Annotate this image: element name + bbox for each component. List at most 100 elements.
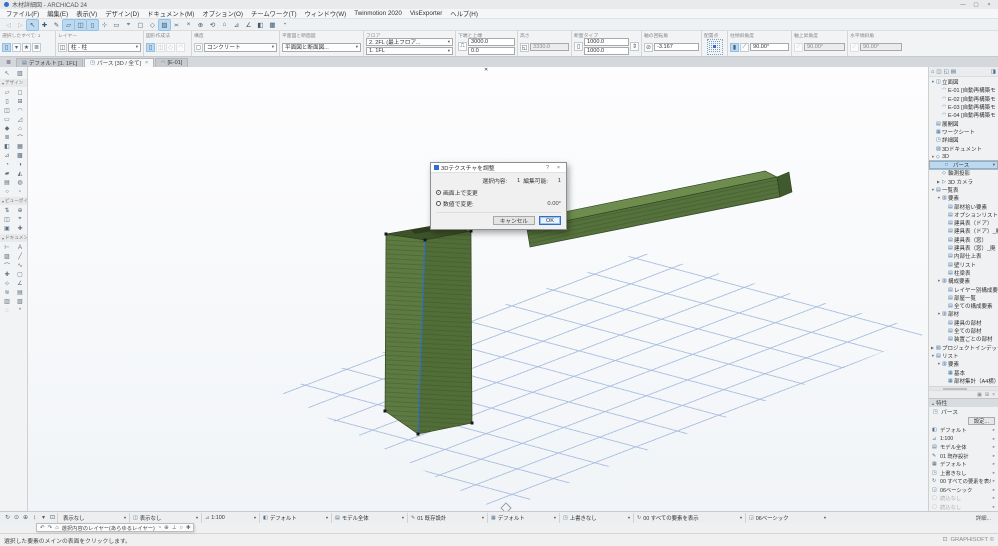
- project-map-icon[interactable]: ⌂: [931, 69, 934, 75]
- tab-floorplan[interactable]: ▤ デフォルト [1. 1FL]: [16, 58, 83, 67]
- floorplan-display-select[interactable]: 平面図と断面図...: [282, 43, 361, 52]
- figure-tool-icon[interactable]: ▢: [14, 270, 27, 279]
- toolbar-icon[interactable]: ✎: [51, 20, 62, 30]
- home-icon[interactable]: ⌂: [219, 20, 230, 30]
- tree-item[interactable]: ◠E-01 [自動再構築モ: [929, 86, 998, 94]
- design-tool-icon[interactable]: ○: [1, 187, 14, 196]
- beam-tool-icon[interactable]: ◫: [75, 20, 86, 30]
- geometry-method-icon[interactable]: ◫: [156, 43, 165, 52]
- home-icon[interactable]: ⌂: [55, 525, 58, 531]
- fit-view-icon[interactable]: ⊡: [48, 514, 57, 521]
- dimension-row[interactable]: ▢読込なし: [929, 494, 998, 503]
- chevron-down-icon[interactable]: ▾: [12, 43, 21, 52]
- design-tool-icon[interactable]: ◭: [14, 169, 27, 178]
- tree-item[interactable]: ▶▧プロジェクトインデックス: [929, 344, 998, 352]
- spline-tool-icon[interactable]: ∿: [14, 261, 27, 270]
- cancel-button[interactable]: キャンセル: [493, 216, 535, 225]
- model-view-dropdown[interactable]: ▦デフォルト: [487, 513, 559, 523]
- tree-item[interactable]: ▤部材拾い要素: [929, 202, 998, 210]
- delete-icon[interactable]: ×: [183, 20, 194, 30]
- wall-tool-icon[interactable]: ▱: [1, 88, 14, 97]
- zone-tool-icon[interactable]: ▦: [14, 142, 27, 151]
- tree-item[interactable]: ▤柱梁表: [929, 269, 998, 277]
- menu-design[interactable]: デザイン(D): [105, 9, 139, 18]
- design-tool-icon[interactable]: ▫: [14, 187, 27, 196]
- tree-item[interactable]: ◠E-04 [自動再構築モ: [929, 111, 998, 119]
- pan-icon[interactable]: ↕: [30, 515, 39, 521]
- worksheet-tool-icon[interactable]: ✚: [14, 224, 27, 233]
- tree-item-perspective-selected[interactable]: □パース: [929, 161, 998, 169]
- chain-icon[interactable]: ⇕: [630, 42, 639, 51]
- publisher-icon[interactable]: ▤: [951, 69, 956, 75]
- anchor-point-grid[interactable]: [707, 39, 723, 55]
- tree-item[interactable]: ◳詳細図: [929, 136, 998, 144]
- graphic-change-option[interactable]: 画面上で変更: [436, 188, 561, 197]
- zoom-in-icon[interactable]: ⊕: [21, 514, 30, 521]
- tree-item[interactable]: ▨3Dドキュメント: [929, 144, 998, 152]
- hotspot-tool-icon[interactable]: ✚: [1, 270, 14, 279]
- toolbar-icon[interactable]: ◧: [255, 20, 266, 30]
- menu-visexporter[interactable]: VisExporter: [410, 10, 442, 17]
- toolbox-design-header[interactable]: デザイン: [0, 79, 27, 87]
- minimize-button[interactable]: —: [958, 2, 968, 8]
- tree-item[interactable]: ▤内部仕上表: [929, 252, 998, 260]
- tree-item[interactable]: ▤建具表（窓）: [929, 236, 998, 244]
- design-tool-icon[interactable]: ◍: [14, 178, 27, 187]
- tree-item[interactable]: ▤展開図: [929, 119, 998, 127]
- dialog-title-bar[interactable]: 3Dテクスチャを調整 ? ×: [431, 163, 566, 173]
- 3d-viewport[interactable]: ✕ 3Dテクスチャを調整 ? × 選択内容: 1 編集可能: 1: [28, 67, 928, 511]
- tree-item[interactable]: ▤建具表（窓）_廃: [929, 244, 998, 252]
- document-tool-icon[interactable]: ∠: [14, 279, 27, 288]
- undo-icon[interactable]: ↶: [40, 525, 45, 531]
- numeric-change-option[interactable]: 数値で変更: 0.00°: [436, 199, 561, 208]
- pet-option-icon[interactable]: ◔: [158, 525, 161, 531]
- tab-elevation[interactable]: ◠ [E-01]: [155, 58, 188, 67]
- pet-option-icon[interactable]: ○: [180, 525, 183, 531]
- layer-combination-row[interactable]: ◧デフォルト: [929, 426, 998, 435]
- layout-book-icon[interactable]: ◱: [944, 69, 949, 75]
- interior-elevation-tool-icon[interactable]: ◫: [1, 215, 14, 224]
- document-tool-icon[interactable]: ▧: [14, 297, 27, 306]
- tree-item[interactable]: ▼▥部材: [929, 310, 998, 318]
- top-elevation-field[interactable]: 3000.0: [468, 38, 515, 46]
- rotation-field[interactable]: -3.167: [654, 43, 699, 51]
- toolbar-icon[interactable]: ◔: [279, 20, 290, 30]
- pen-set-row[interactable]: ✎01 既存設計: [929, 452, 998, 461]
- ok-button[interactable]: OK: [539, 216, 561, 225]
- tree-item[interactable]: ◠E-03 [自動再構築モ: [929, 103, 998, 111]
- list-icon[interactable]: ≣: [32, 43, 41, 52]
- elevation-tool-icon[interactable]: ⊕: [14, 206, 27, 215]
- tree-item[interactable]: ▦ワークシート: [929, 128, 998, 136]
- section-tool-icon[interactable]: ⇅: [1, 206, 14, 215]
- toolbar-icon[interactable]: ▦: [267, 20, 278, 30]
- document-tool-icon[interactable]: *: [14, 306, 27, 315]
- document-tool-icon[interactable]: ⊹: [1, 279, 14, 288]
- tree-item[interactable]: ▤部屋一覧: [929, 294, 998, 302]
- renovation-filter-row[interactable]: ↻00 すべての要素を表示: [929, 477, 998, 486]
- geometry-method-icon[interactable]: ◠: [176, 43, 185, 52]
- design-tool-icon[interactable]: ▰: [1, 169, 14, 178]
- section-width-field[interactable]: 1000.0: [584, 38, 629, 46]
- properties-icon[interactable]: ▣: [977, 392, 982, 398]
- marquee-tool-icon[interactable]: ▧: [14, 69, 27, 78]
- menu-twinmotion[interactable]: Twinmotion 2020: [354, 10, 402, 17]
- tree-item[interactable]: ▼▥要素: [929, 194, 998, 202]
- tree-item[interactable]: ▤レイヤー別構成要素: [929, 285, 998, 293]
- opening-tool-icon[interactable]: ◑: [14, 160, 27, 169]
- tree-item[interactable]: ▼▤一覧表: [929, 186, 998, 194]
- close-button[interactable]: ×: [984, 2, 994, 8]
- height-link-icon[interactable]: ◱: [520, 43, 529, 52]
- column-settings-icon[interactable]: ▯: [2, 43, 11, 52]
- scale-row[interactable]: ⊿1:100: [929, 435, 998, 444]
- tree-item[interactable]: ▼◇3D: [929, 153, 998, 161]
- tree-item[interactable]: ◇軸測投影: [929, 169, 998, 177]
- tree-item[interactable]: ▤装置ごとの部材: [929, 335, 998, 343]
- renovation-filter-dropdown[interactable]: ↻00 すべての要素を表示: [633, 513, 745, 523]
- tree-item[interactable]: ▤オプションリスト: [929, 211, 998, 219]
- top-link-story-select[interactable]: 2. 2FL (最上フロア...: [366, 38, 453, 46]
- geometry-method-icon[interactable]: ▯: [146, 43, 155, 52]
- toolbox-document-header[interactable]: ドキュメント: [0, 234, 27, 242]
- toolbox-viewpoint-header[interactable]: ビューポイント: [0, 197, 27, 205]
- quick-option-dropdown[interactable]: 表示なし: [57, 513, 129, 523]
- document-tool-icon[interactable]: ≋: [1, 288, 14, 297]
